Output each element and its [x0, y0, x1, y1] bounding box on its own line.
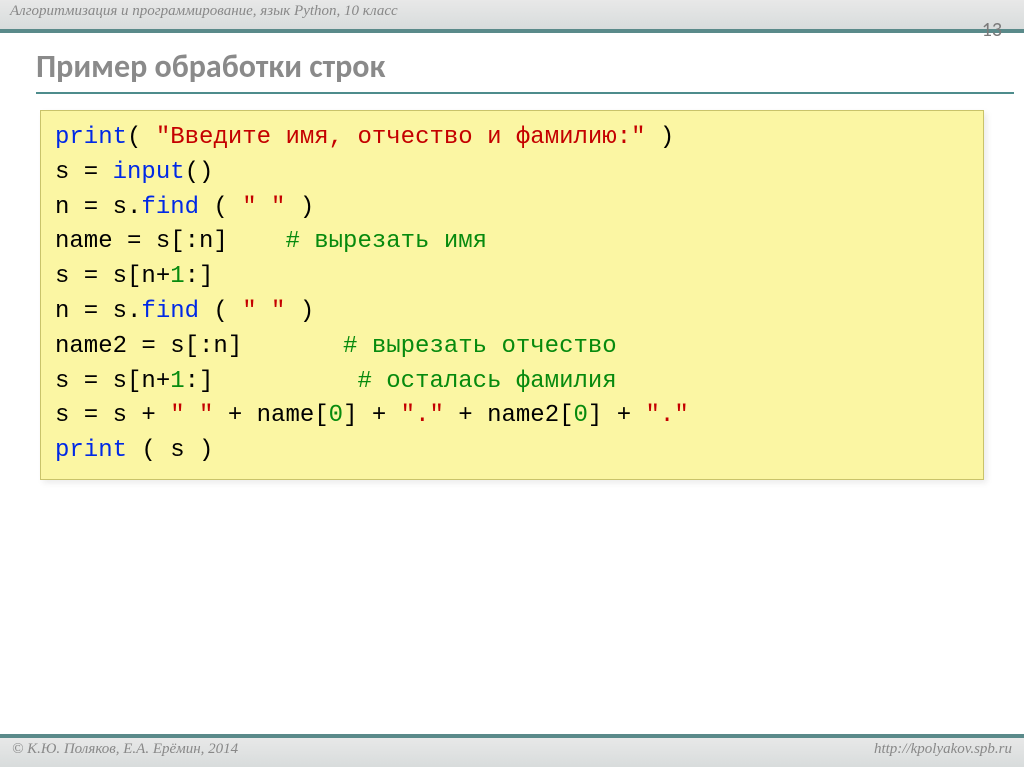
- comment: # осталась фамилия: [357, 368, 616, 395]
- code-text: ): [285, 194, 314, 221]
- header-banner: Алгоритмизация и программирование, язык …: [0, 0, 1024, 33]
- code-text: name2 = s[:n]: [55, 333, 343, 360]
- comment: # вырезать имя: [285, 228, 487, 255]
- code-text: + name[: [213, 402, 328, 429]
- code-block: print( "Введите имя, отчество и фамилию:…: [40, 110, 984, 480]
- code-text: s = s[n+: [55, 263, 170, 290]
- code-text: n = s.: [55, 194, 141, 221]
- code-text: ] +: [343, 402, 401, 429]
- title-underline: [0, 92, 1024, 94]
- keyword-print: print: [55, 437, 127, 464]
- string-literal: " ": [170, 402, 213, 429]
- page-number: 13: [982, 18, 1002, 42]
- code-text: + name2[: [444, 402, 574, 429]
- code-text: ( s ): [127, 437, 213, 464]
- func-find: find: [141, 298, 199, 325]
- code-text: s = s[n+: [55, 368, 170, 395]
- string-literal: " ": [242, 298, 285, 325]
- number-literal: 1: [170, 263, 184, 290]
- code-text: n = s.: [55, 298, 141, 325]
- number-literal: 1: [170, 368, 184, 395]
- code-text: ] +: [588, 402, 646, 429]
- code-text: :]: [185, 368, 358, 395]
- keyword-print: print: [55, 124, 127, 151]
- footer-url: http://kpolyakov.spb.ru: [874, 741, 1012, 767]
- code-text: s = s +: [55, 402, 170, 429]
- comment: # вырезать отчество: [343, 333, 617, 360]
- string-literal: "Введите имя, отчество и фамилию:": [156, 124, 646, 151]
- code-text: :]: [185, 263, 214, 290]
- string-literal: ".": [646, 402, 689, 429]
- number-literal: 0: [329, 402, 343, 429]
- subject-text: Алгоритмизация и программирование, язык …: [10, 3, 398, 19]
- copyright-text: © К.Ю. Поляков, Е.А. Ерёмин, 2014: [12, 741, 238, 767]
- footer-banner: © К.Ю. Поляков, Е.А. Ерёмин, 2014 http:/…: [0, 734, 1024, 767]
- code-text: s =: [55, 159, 113, 186]
- code-text: (: [127, 124, 156, 151]
- func-input: input: [113, 159, 185, 186]
- code-text: ): [285, 298, 314, 325]
- code-text: name = s[:n]: [55, 228, 285, 255]
- code-text: (): [185, 159, 214, 186]
- string-literal: ".": [401, 402, 444, 429]
- func-find: find: [141, 194, 199, 221]
- code-text: ): [646, 124, 675, 151]
- number-literal: 0: [574, 402, 588, 429]
- code-text: (: [199, 298, 242, 325]
- slide-title: Пример обработки строк: [36, 47, 385, 86]
- code-text: (: [199, 194, 242, 221]
- string-literal: " ": [242, 194, 285, 221]
